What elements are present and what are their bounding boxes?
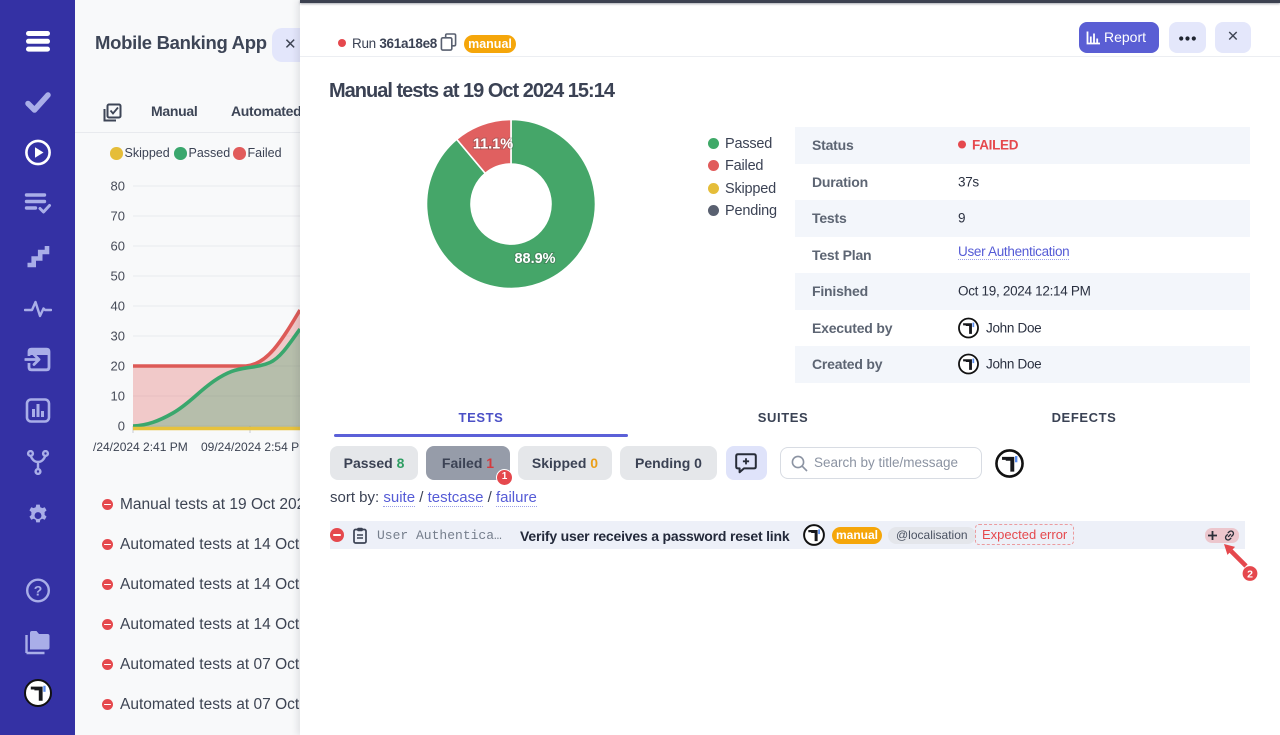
svg-text:2: 2 [1247,568,1253,580]
svg-text:10: 10 [111,389,125,404]
svg-text:20: 20 [111,359,125,374]
svg-text:70: 70 [111,209,125,224]
svg-text:60: 60 [111,239,125,254]
svg-text:50: 50 [111,269,125,284]
svg-text:11.1%: 11.1% [473,137,513,153]
svg-text:30: 30 [111,329,125,344]
svg-text:88.9%: 88.9% [514,251,555,267]
svg-text:0: 0 [118,419,125,434]
svg-text:?: ? [33,583,42,599]
svg-text:40: 40 [111,299,125,314]
svg-text:80: 80 [111,179,125,194]
